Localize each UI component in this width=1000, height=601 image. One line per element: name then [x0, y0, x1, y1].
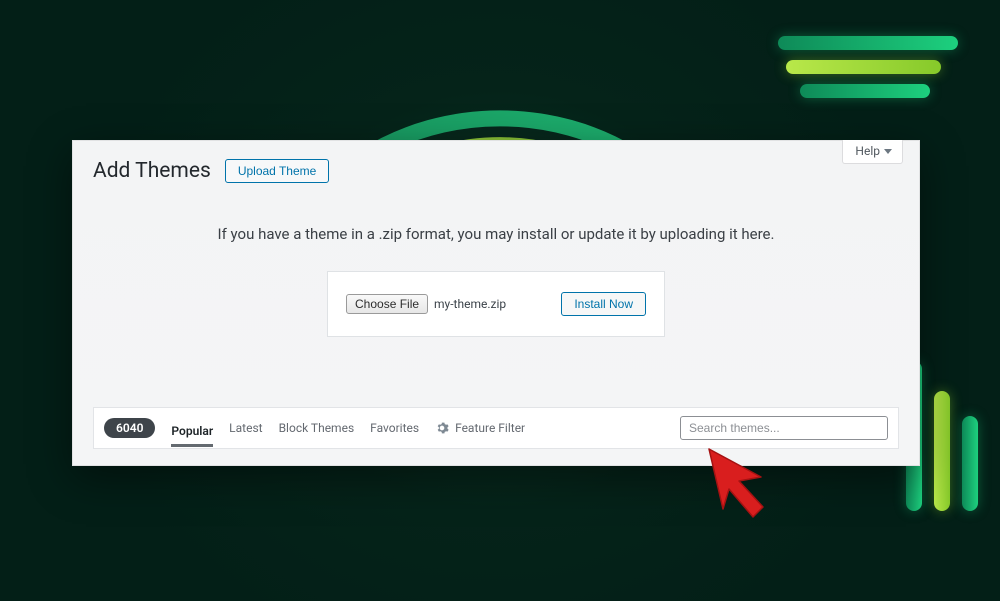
gear-icon — [435, 421, 449, 435]
feature-filter-button[interactable]: Feature Filter — [435, 421, 525, 435]
filter-bar: 6040 Popular Latest Block Themes Favorit… — [93, 407, 899, 449]
tab-block-themes[interactable]: Block Themes — [279, 415, 355, 441]
file-chooser: Choose File my-theme.zip — [346, 294, 506, 314]
tab-favorites[interactable]: Favorites — [370, 415, 419, 441]
accent-bars-top-right — [778, 26, 958, 108]
chevron-down-icon — [884, 149, 892, 154]
theme-count-badge: 6040 — [104, 418, 155, 438]
search-input[interactable] — [680, 416, 888, 440]
help-tab[interactable]: Help — [842, 140, 903, 164]
tab-latest[interactable]: Latest — [229, 415, 262, 441]
page-title: Add Themes — [93, 159, 211, 183]
choose-file-button[interactable]: Choose File — [346, 294, 428, 314]
tab-popular[interactable]: Popular — [171, 418, 213, 447]
panel-header: Add Themes Upload Theme — [93, 159, 899, 183]
feature-filter-label: Feature Filter — [455, 421, 525, 435]
install-now-button[interactable]: Install Now — [561, 292, 646, 316]
upload-instruction: If you have a theme in a .zip format, yo… — [93, 225, 899, 243]
upload-box: Choose File my-theme.zip Install Now — [327, 271, 665, 337]
upload-theme-button[interactable]: Upload Theme — [225, 159, 330, 183]
add-themes-panel: Help Add Themes Upload Theme If you have… — [72, 140, 920, 466]
selected-file-name: my-theme.zip — [434, 297, 506, 311]
help-label: Help — [855, 144, 880, 158]
